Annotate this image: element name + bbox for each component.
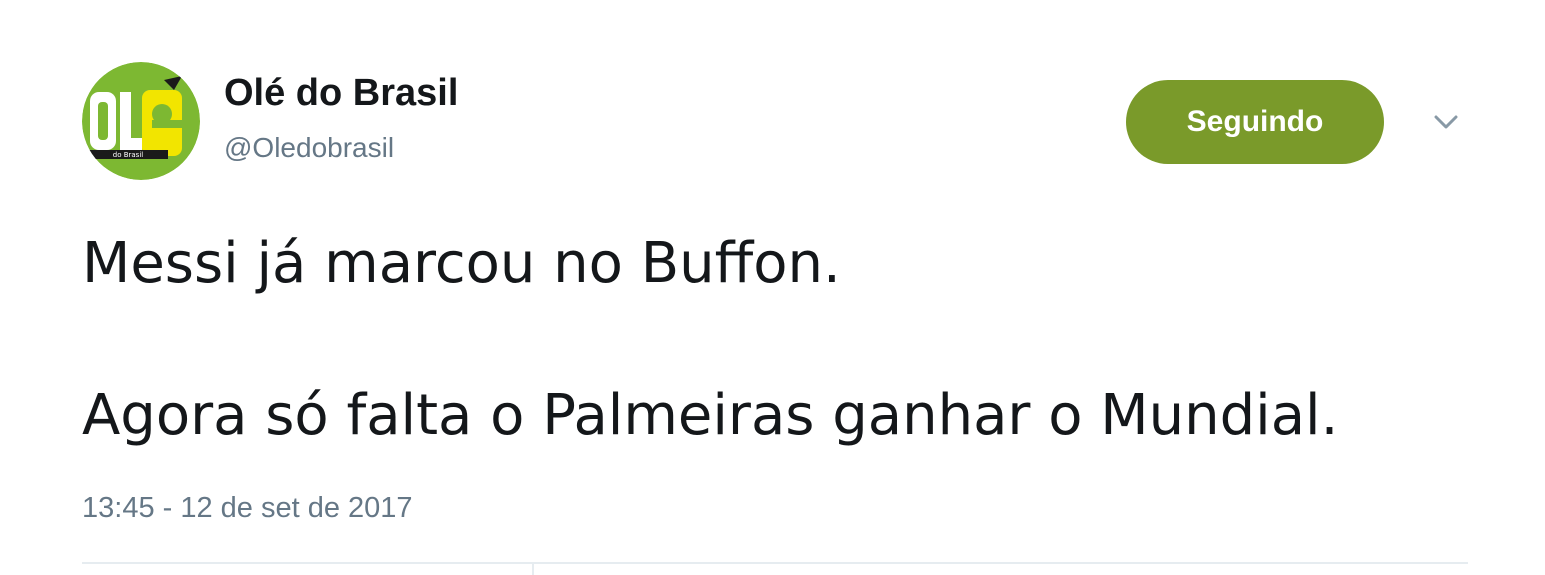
ole-do-brasil-logo-icon: do Brasil xyxy=(82,62,200,180)
avatar[interactable]: do Brasil xyxy=(82,62,200,180)
author-handle[interactable]: @Oledobrasil xyxy=(224,132,394,164)
following-button-label: Seguindo xyxy=(1186,105,1324,138)
author-display-name[interactable]: Olé do Brasil xyxy=(224,72,458,115)
tweet-text-line: Agora só falta o Palmeiras ganhar o Mund… xyxy=(82,383,1339,448)
tweet-timestamp[interactable]: 13:45 - 12 de set de 2017 xyxy=(82,492,413,525)
tweet-text: Messi já marcou no Buffon. Agora só falt… xyxy=(82,226,1502,454)
following-button[interactable]: Seguindo xyxy=(1126,80,1384,164)
tweet-text-line: Messi já marcou no Buffon. xyxy=(82,231,841,296)
tweet-card: do Brasil Olé do Brasil @Oledobrasil Seg… xyxy=(0,0,1545,575)
divider xyxy=(532,562,534,575)
svg-text:do Brasil: do Brasil xyxy=(113,151,144,159)
divider xyxy=(82,562,1468,564)
chevron-down-icon[interactable] xyxy=(1432,112,1460,132)
